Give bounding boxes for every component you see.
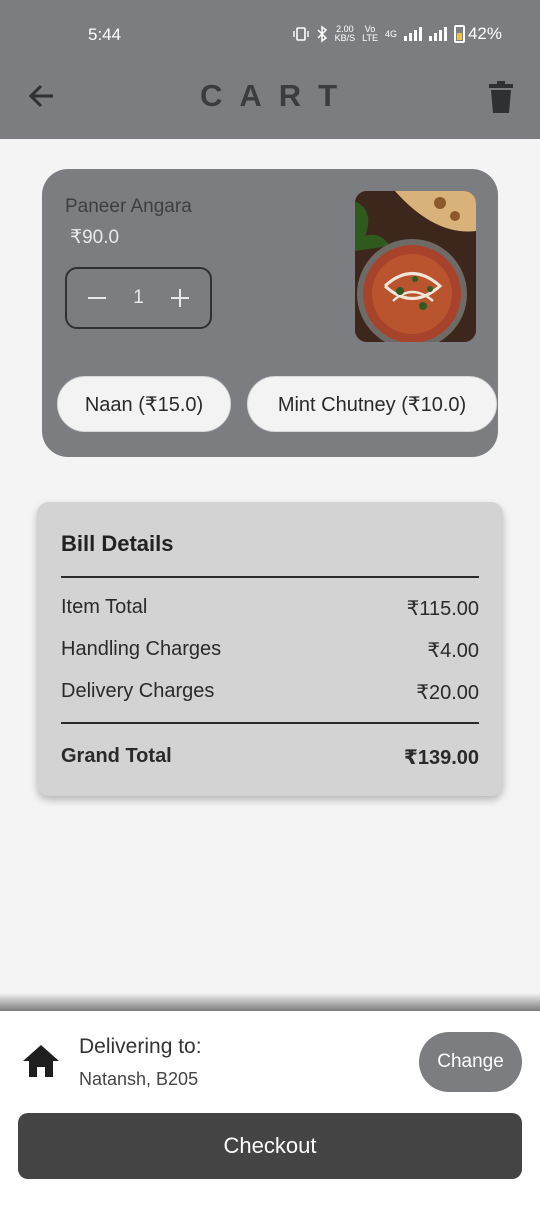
delivering-to-label: Delivering to: <box>79 1035 202 1058</box>
bill-divider-top <box>61 576 479 578</box>
bill-row-label: Handling Charges <box>61 638 222 660</box>
trash-icon[interactable] <box>486 80 516 114</box>
battery-icon <box>453 25 465 43</box>
grand-total-label: Grand Total <box>61 745 172 767</box>
status-bar: 5:44 2.00 KB/S Vo LTE 4G 42% <box>0 0 540 70</box>
quantity-value: 1 <box>133 287 144 308</box>
page-title: CART <box>199 78 355 113</box>
network-speed: 2.00 KB/S <box>334 24 356 43</box>
bill-details-card: Bill Details Item Total ₹115.00 Handling… <box>37 502 503 796</box>
bill-row-grand-total: Grand Total ₹139.00 <box>61 745 479 770</box>
item-price: ₹90.0 <box>70 227 120 248</box>
network-type: 4G <box>384 28 397 39</box>
sheet-shadow <box>0 993 540 1013</box>
addon-chip-mint-chutney[interactable]: Mint Chutney (₹10.0) <box>247 376 497 432</box>
status-icons: 2.00 KB/S Vo LTE 4G 42% <box>292 24 502 44</box>
item-name: Paneer Angara <box>65 196 192 217</box>
bill-row-label: Delivery Charges <box>61 680 215 702</box>
bill-divider-bottom <box>61 722 479 724</box>
change-address-button[interactable]: Change <box>419 1032 522 1092</box>
signal-icon-2 <box>428 27 447 41</box>
checkout-button[interactable]: Checkout <box>18 1113 522 1179</box>
bill-row-value: ₹115.00 <box>406 598 479 620</box>
bill-row-value: ₹4.00 <box>427 640 479 662</box>
plus-icon[interactable] <box>168 286 192 310</box>
bill-row-delivery: Delivery Charges ₹20.00 <box>61 680 479 705</box>
battery-percent: 42% <box>467 24 502 43</box>
grand-total-value: ₹139.00 <box>403 747 479 769</box>
vibrate-icon <box>292 27 309 41</box>
bill-row-item-total: Item Total ₹115.00 <box>61 596 479 621</box>
cart-item-card: Paneer Angara ₹90.0 1 Naan (₹15.0) Mint … <box>42 169 498 457</box>
status-time: 5:44 <box>88 25 122 44</box>
addon-chip-naan[interactable]: Naan (₹15.0) <box>57 376 231 432</box>
delivery-address: Natansh, B205 <box>79 1069 199 1089</box>
quantity-stepper: 1 <box>65 267 212 329</box>
bill-row-label: Item Total <box>61 596 148 618</box>
bill-row-value: ₹20.00 <box>416 682 479 704</box>
bill-row-handling: Handling Charges ₹4.00 <box>61 638 479 663</box>
bill-title: Bill Details <box>61 531 174 556</box>
home-icon <box>23 1045 59 1077</box>
minus-icon[interactable] <box>85 286 109 310</box>
signal-icon <box>403 27 422 41</box>
volte-indicator: Vo LTE <box>362 24 378 43</box>
dish-image <box>355 191 476 342</box>
bluetooth-icon <box>317 25 327 43</box>
